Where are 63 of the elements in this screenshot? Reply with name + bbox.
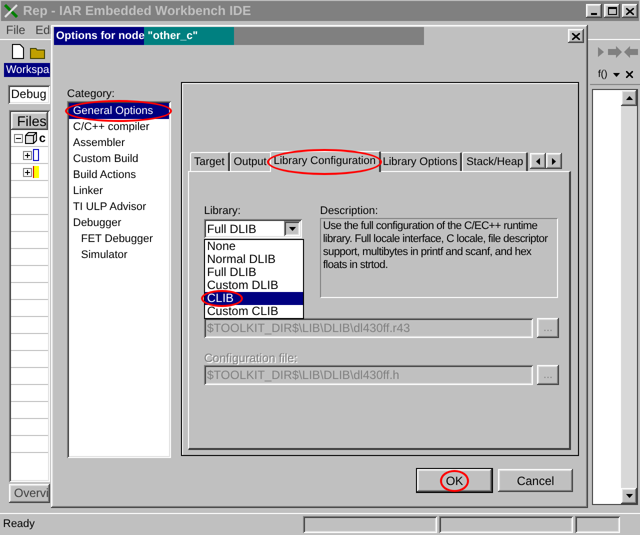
- description-label: Description:: [320, 204, 380, 216]
- folder-icon: [33, 166, 39, 178]
- tab-scroll-left[interactable]: [530, 153, 546, 169]
- expand-icon[interactable]: [23, 168, 32, 176]
- status-text: Ready: [3, 517, 36, 532]
- close-button[interactable]: [568, 29, 584, 43]
- category-item[interactable]: Build Actions: [69, 167, 169, 183]
- category-item[interactable]: Custom Build: [69, 151, 169, 167]
- maximize-button[interactable]: [604, 4, 620, 18]
- menu-item[interactable]: File: [6, 21, 26, 39]
- category-item[interactable]: Linker: [69, 183, 169, 199]
- close-icon[interactable]: [626, 71, 634, 78]
- caret-icon: [288, 226, 296, 230]
- library-option[interactable]: Full DLIB: [205, 266, 303, 279]
- tab-scroll-right[interactable]: [546, 153, 562, 169]
- collapse-icon[interactable]: [14, 134, 23, 142]
- minimize-button[interactable]: [586, 4, 602, 18]
- column-header[interactable]: Files: [11, 112, 48, 130]
- tab[interactable]: Target: [190, 152, 230, 171]
- tab[interactable]: Stack/Heap: [462, 152, 528, 171]
- description-box: Use the full configuration of the C/EC++ runtime library. Full locale interface, C locale, file descriptor support, multibytes in printf and scanf, and hex floats in strtod.: [320, 218, 558, 298]
- category-item[interactable]: Assembler: [69, 135, 169, 151]
- dialog-title: Options for node "other_c": [56, 28, 199, 44]
- dropdown-icon[interactable]: [613, 72, 620, 76]
- panel-title: Workspa: [4, 63, 50, 77]
- category-item[interactable]: TI ULP Advisor: [69, 199, 169, 215]
- dialog-button[interactable]: Cancel: [498, 469, 573, 492]
- function-label[interactable]: f(): [598, 67, 608, 82]
- dropdown-arrow-button[interactable]: [284, 221, 300, 236]
- category-label: Category:: [67, 87, 116, 100]
- left-arrow-icon: [536, 158, 540, 164]
- tree-item[interactable]: c: [39, 129, 46, 147]
- cube-icon: [25, 132, 37, 144]
- category-item[interactable]: C/C++ compiler: [69, 119, 169, 135]
- status-pane: [575, 516, 620, 533]
- tab[interactable]: Output: [230, 152, 272, 171]
- config-file-label: Configuration file:: [204, 350, 298, 363]
- library-option[interactable]: Custom CLIB: [205, 305, 303, 318]
- tab[interactable]: Library Configuration: [270, 151, 381, 172]
- category-item[interactable]: FET Debugger: [69, 231, 169, 247]
- library-dropdown[interactable]: Full DLIB: [204, 219, 302, 238]
- close-icon: [626, 8, 634, 14]
- category-item[interactable]: Simulator: [69, 247, 169, 263]
- category-item[interactable]: Debugger: [69, 215, 169, 231]
- right-arrow-icon: [552, 158, 556, 164]
- library-option[interactable]: Normal DLIB: [205, 253, 303, 266]
- dialog-button[interactable]: OK: [417, 469, 492, 492]
- window-title: Rep - IAR Embedded Workbench IDE: [23, 2, 252, 20]
- file-icon: [33, 149, 39, 161]
- close-button[interactable]: [622, 4, 638, 18]
- vertical-scrollbar[interactable]: [621, 90, 637, 504]
- tools-icon: [3, 3, 21, 19]
- expand-icon[interactable]: [23, 150, 32, 160]
- tab[interactable]: Library Options: [378, 152, 462, 171]
- scroll-down-icon[interactable]: [626, 494, 632, 498]
- library-label: Library:: [204, 204, 242, 216]
- scroll-up-icon[interactable]: [626, 96, 632, 100]
- library-option[interactable]: None: [205, 240, 303, 253]
- overview-tab[interactable]: Overvi: [9, 484, 50, 503]
- library-option[interactable]: Custom DLIB: [205, 279, 303, 292]
- config-dropdown[interactable]: Debug: [8, 85, 50, 104]
- new-file-icon[interactable]: [12, 44, 24, 59]
- close-icon: [572, 32, 580, 40]
